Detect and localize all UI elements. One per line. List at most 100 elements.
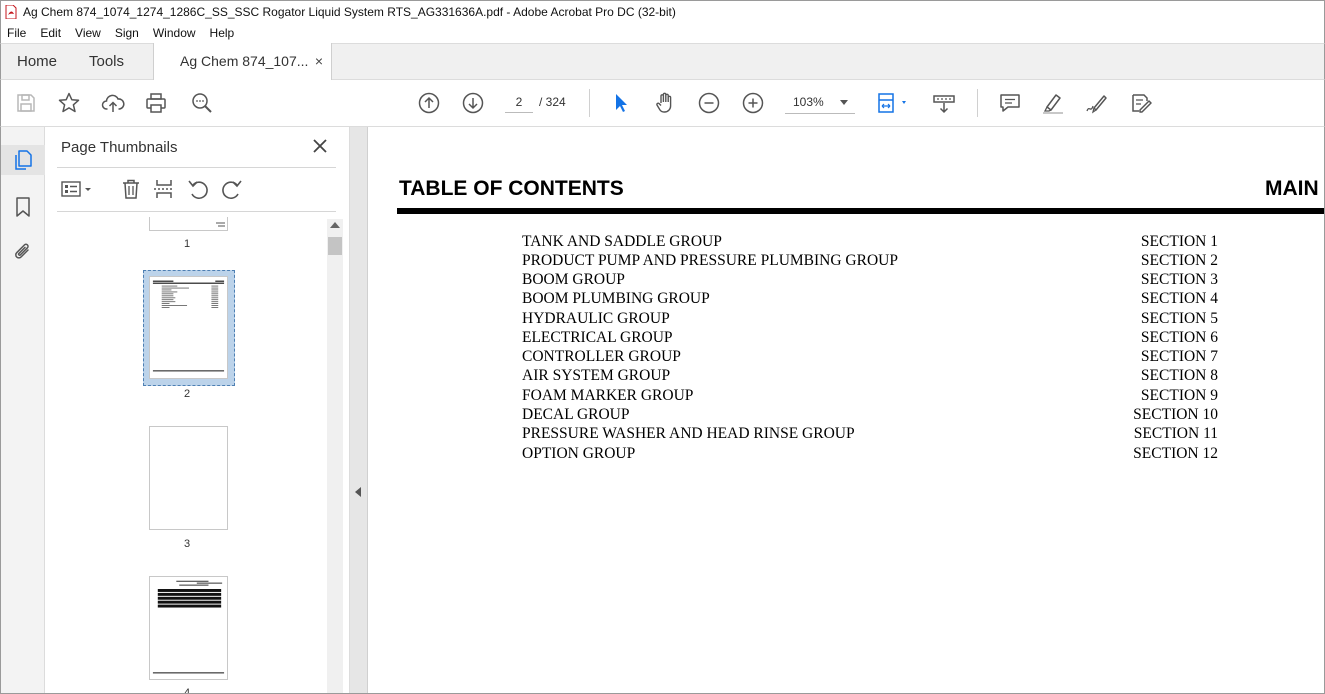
toc-entry-name: DECAL GROUP [522, 406, 630, 423]
star-icon[interactable] [57, 91, 81, 115]
zoom-value: 103% [793, 95, 824, 109]
tab-bar: Home Tools Ag Chem 874_107... × [0, 43, 1325, 80]
scrollbar-thumb[interactable] [328, 237, 342, 255]
toc-entry-name: BOOM PLUMBING GROUP [522, 290, 710, 307]
toolbar-separator [977, 89, 978, 117]
menu-sign[interactable]: Sign [108, 26, 146, 40]
thumbnail-page[interactable] [149, 426, 228, 530]
document-view[interactable]: TABLE OF CONTENTS MAIN TANK AND SADDLE G… [368, 127, 1325, 694]
find-zoom-icon[interactable] [190, 91, 214, 115]
delete-page-icon[interactable] [119, 177, 143, 201]
toc-entry-section: SECTION 11 [1133, 425, 1218, 442]
tab-document-label: Ag Chem 874_107... [180, 53, 309, 69]
toc-entry-name: CONTROLLER GROUP [522, 348, 681, 365]
draw-icon[interactable] [1085, 91, 1109, 115]
toc-entry-section: SECTION 10 [1133, 406, 1218, 423]
attachment-icon[interactable] [11, 240, 35, 264]
divider [57, 211, 336, 212]
zoom-dropdown[interactable]: 103% [785, 91, 855, 114]
extract-page-icon[interactable] [152, 177, 176, 201]
window-title: Ag Chem 874_1074_1274_1286C_SS_SSC Rogat… [23, 4, 676, 19]
thumbnail-page[interactable] [149, 576, 228, 680]
navigation-rail [0, 127, 45, 694]
scroll-mode-icon[interactable] [932, 91, 956, 115]
hand-icon[interactable] [653, 91, 677, 115]
collapse-left-icon [355, 487, 361, 497]
scroll-up-icon[interactable] [330, 222, 340, 228]
toolbar-separator [589, 89, 590, 117]
tab-home[interactable]: Home [17, 53, 57, 70]
toc-entry-section: SECTION 2 [1140, 252, 1218, 269]
toc-entry-name: OPTION GROUP [522, 445, 636, 462]
fit-page-icon[interactable] [876, 91, 912, 115]
panel-title: Page Thumbnails [61, 139, 178, 156]
fill-sign-icon[interactable] [1129, 91, 1153, 115]
options-menu-icon[interactable] [59, 177, 95, 201]
rotate-clockwise-icon[interactable] [220, 177, 244, 201]
page-number-input[interactable] [505, 91, 533, 113]
toc-entry-name: HYDRAULIC GROUP [522, 310, 670, 327]
zoom-out-icon[interactable] [697, 91, 721, 115]
zoom-in-icon[interactable] [741, 91, 765, 115]
thumbnail-scrollbar[interactable] [327, 219, 343, 694]
menu-edit[interactable]: Edit [33, 26, 68, 40]
toc-entry-name: ELECTRICAL GROUP [522, 329, 673, 346]
toc-row: DECAL GROUP SECTION 10 [522, 406, 1218, 425]
thumbnail-list: 1 2 3 4 [45, 217, 327, 694]
toc-entry-section: SECTION 6 [1140, 329, 1218, 346]
toc-entry-section: SECTION 12 [1133, 445, 1218, 462]
toc-row: BOOM PLUMBING GROUP SECTION 4 [522, 290, 1218, 309]
toc-row: AIR SYSTEM GROUP SECTION 8 [522, 367, 1218, 386]
menu-view[interactable]: View [68, 26, 108, 40]
toc-entry-name: FOAM MARKER GROUP [522, 387, 694, 404]
toc-entry-name: TANK AND SADDLE GROUP [522, 233, 722, 250]
save-icon[interactable] [14, 91, 38, 115]
toc-entry-name: BOOM GROUP [522, 271, 625, 288]
thumbnails-panel: Page Thumbnails 1 2 3 4 [45, 127, 350, 694]
toc-row: HYDRAULIC GROUP SECTION 5 [522, 310, 1218, 329]
toc-entry-section: SECTION 8 [1140, 367, 1218, 384]
toc-row: PRESSURE WASHER AND HEAD RINSE GROUP SEC… [522, 425, 1218, 444]
thumbnail-page[interactable] [149, 217, 228, 231]
toc-row: TANK AND SADDLE GROUP SECTION 1 [522, 233, 1218, 252]
toc-entry-section: SECTION 3 [1140, 271, 1218, 288]
menu-bar: File Edit View Sign Window Help [0, 22, 1325, 43]
rotate-counterclockwise-icon[interactable] [186, 177, 210, 201]
title-bar: Ag Chem 874_1074_1274_1286C_SS_SSC Rogat… [0, 0, 1325, 22]
close-icon[interactable] [311, 137, 329, 155]
toc-entry-section: SECTION 1 [1140, 233, 1218, 250]
panel-collapse-handle[interactable] [350, 127, 368, 694]
toc-entry-section: SECTION 4 [1140, 290, 1218, 307]
highlight-icon[interactable] [1041, 91, 1065, 115]
toc-row: OPTION GROUP SECTION 12 [522, 445, 1218, 464]
heading-rule [397, 208, 1324, 214]
toc-entry-name: AIR SYSTEM GROUP [522, 367, 671, 384]
chevron-down-icon [840, 100, 848, 105]
page-thumbnails-icon[interactable] [11, 148, 35, 172]
page-up-icon[interactable] [417, 91, 441, 115]
toc-row: BOOM GROUP SECTION 3 [522, 271, 1218, 290]
toc-row: FOAM MARKER GROUP SECTION 9 [522, 387, 1218, 406]
toc-entry-name: PRESSURE WASHER AND HEAD RINSE GROUP [522, 425, 855, 442]
comment-icon[interactable] [998, 91, 1022, 115]
main-toolbar [0, 80, 1325, 127]
page-down-icon[interactable] [461, 91, 485, 115]
menu-window[interactable]: Window [146, 26, 203, 40]
thumbnail-page[interactable] [149, 276, 228, 379]
cloud-upload-icon[interactable] [101, 91, 125, 115]
toc-row: PRODUCT PUMP AND PRESSURE PLUMBING GROUP… [522, 252, 1218, 271]
tab-tools[interactable]: Tools [89, 53, 124, 70]
tab-document[interactable]: Ag Chem 874_107... × [153, 43, 332, 80]
close-icon[interactable]: × [315, 53, 323, 69]
menu-file[interactable]: File [1, 26, 33, 40]
divider [57, 167, 336, 168]
toc-row: CONTROLLER GROUP SECTION 7 [522, 348, 1218, 367]
select-cursor-icon[interactable] [609, 91, 633, 115]
thumbnail-page-number: 2 [183, 388, 191, 400]
print-icon[interactable] [144, 91, 168, 115]
bookmark-icon[interactable] [11, 195, 35, 219]
toc-entry-name: PRODUCT PUMP AND PRESSURE PLUMBING GROUP [522, 252, 898, 269]
menu-help[interactable]: Help [203, 26, 242, 40]
acrobat-icon [5, 4, 17, 19]
toc-entry-section: SECTION 5 [1140, 310, 1218, 327]
